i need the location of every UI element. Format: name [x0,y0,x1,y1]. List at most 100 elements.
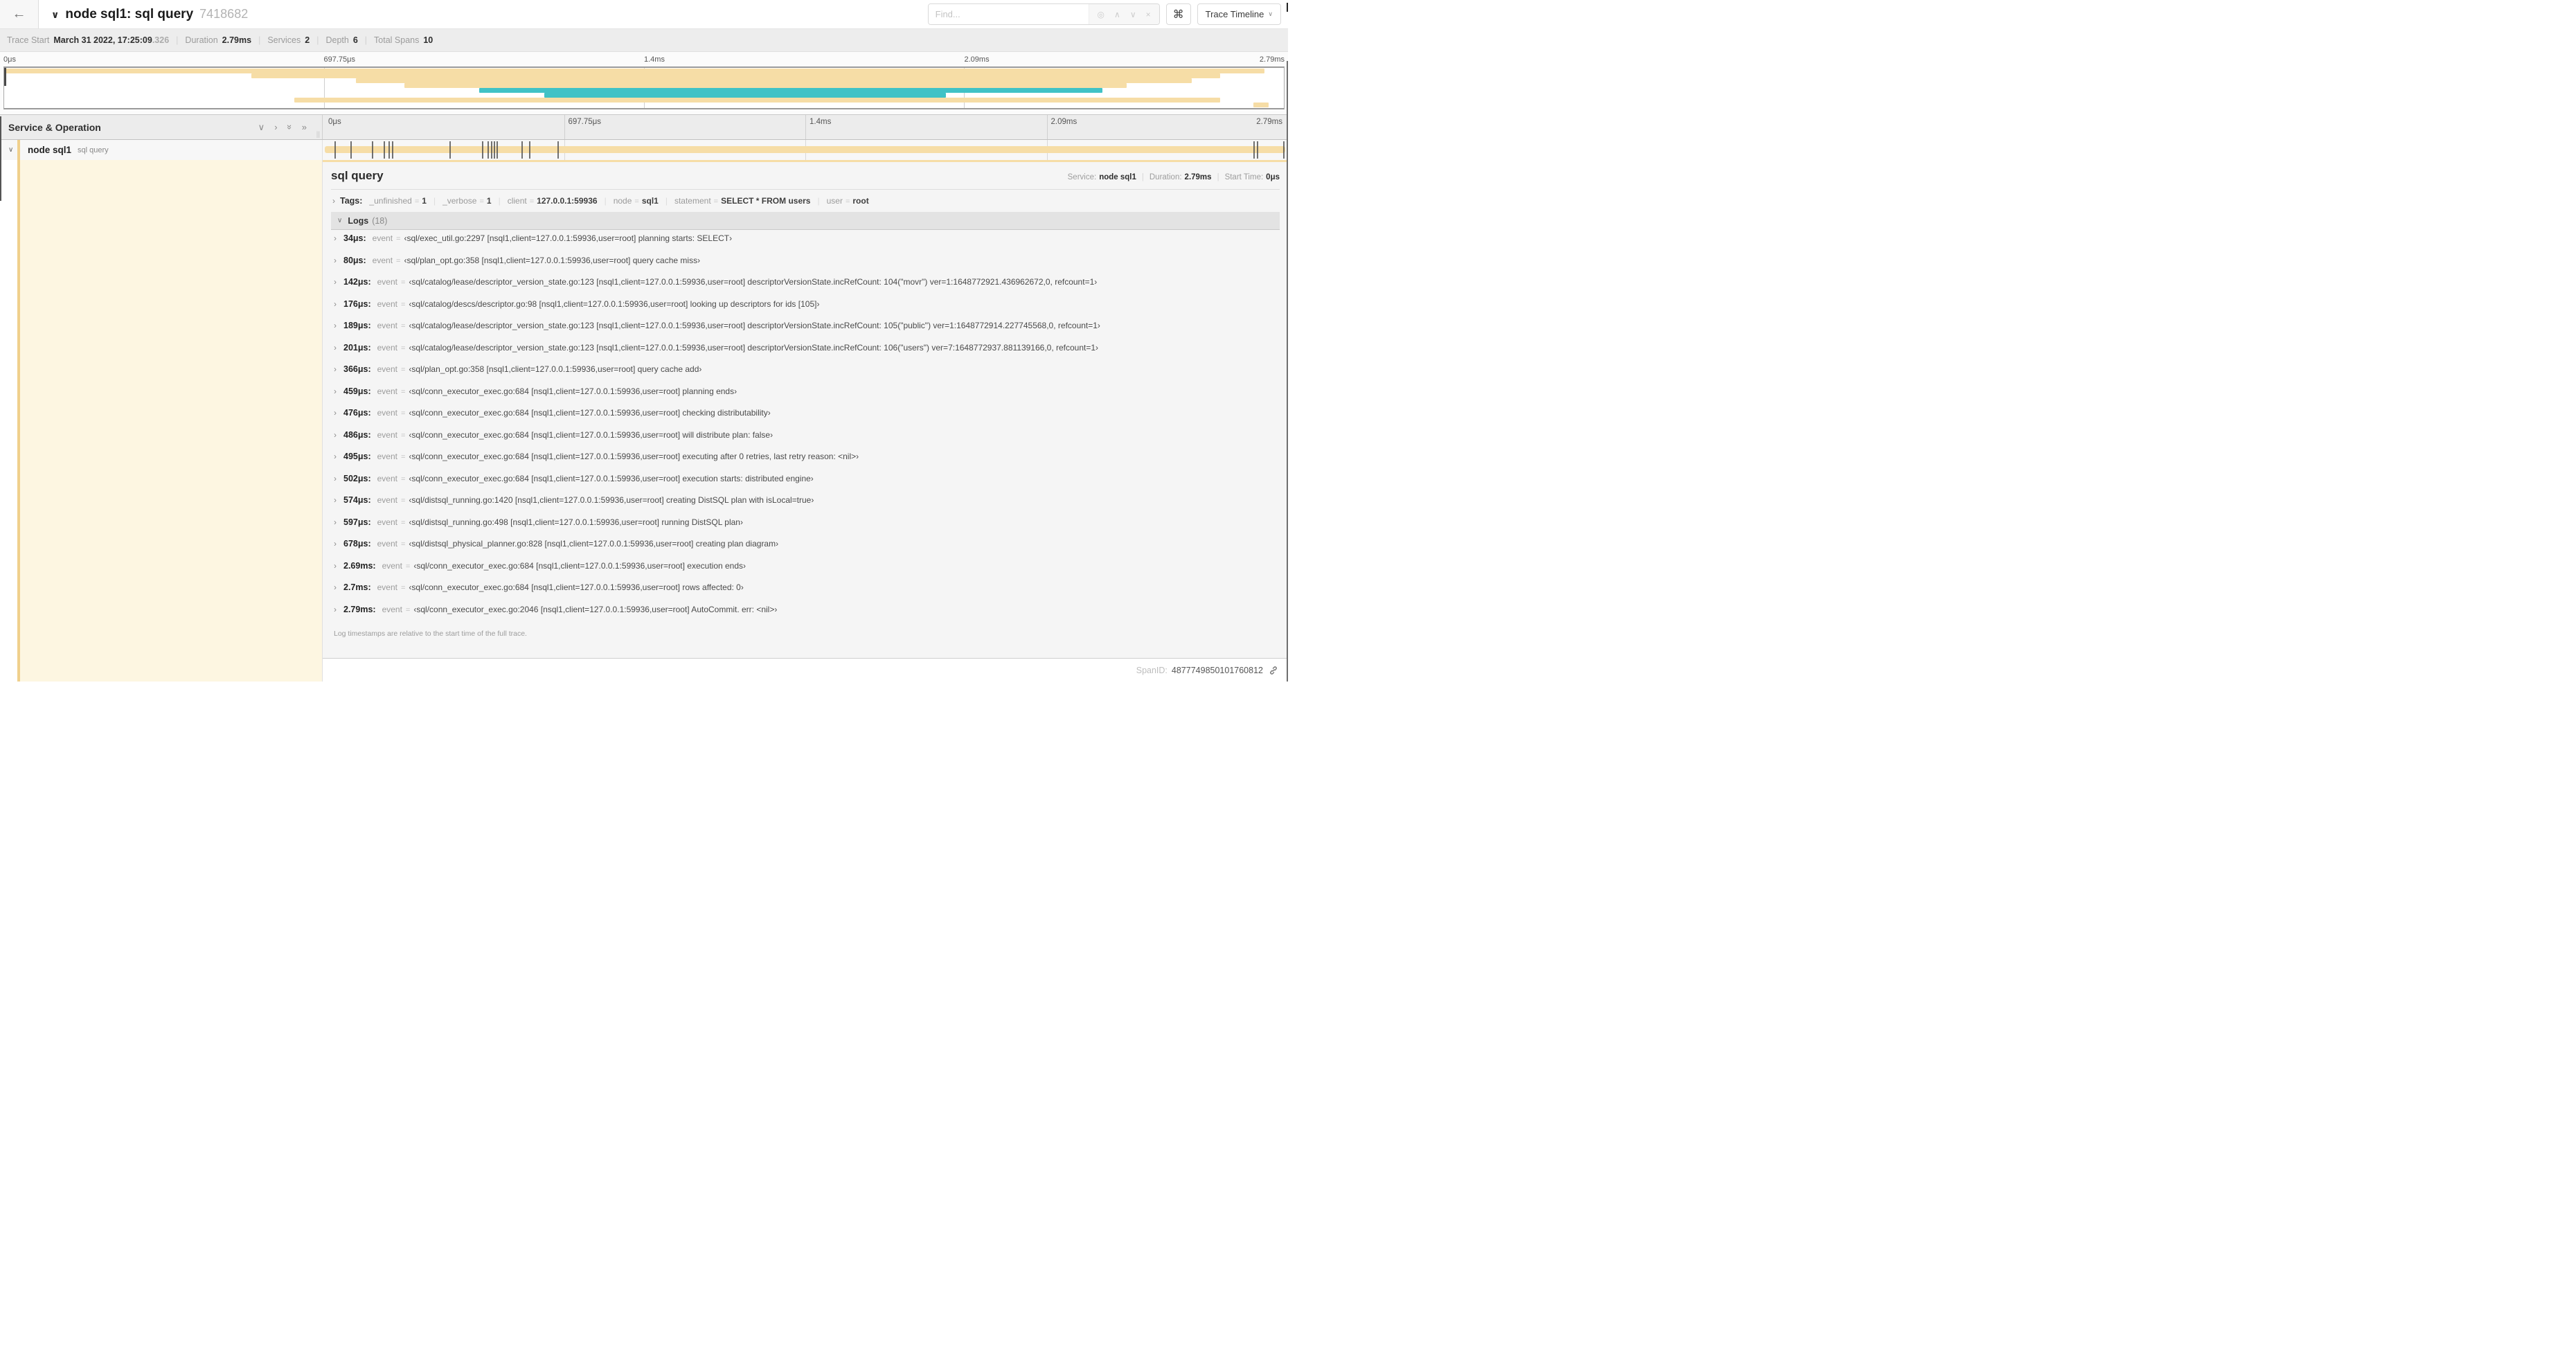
chevron-right-icon[interactable]: › [334,452,343,461]
locate-icon[interactable]: ◎ [1098,10,1104,19]
log-entry-row[interactable]: › 495μs: event = ‹sql/conn_executor_exec… [334,452,1280,474]
log-entry-row[interactable]: › 34μs: event = ‹sql/exec_util.go:2297 [… [334,233,1280,256]
log-entry-row[interactable]: › 176μs: event = ‹sql/catalog/descs/desc… [334,299,1280,321]
chevron-right-icon[interactable]: › [332,196,335,206]
log-entry-row[interactable]: › 678μs: event = ‹sql/distsql_physical_p… [334,539,1280,561]
span-id-label: SpanID: [1136,665,1168,675]
chevron-right-icon[interactable]: › [334,408,343,418]
log-entry-row[interactable]: › 189μs: event = ‹sql/catalog/lease/desc… [334,321,1280,343]
summary-value: 2.79ms [222,35,252,45]
log-entry-row[interactable]: › 574μs: event = ‹sql/distsql_running.go… [334,495,1280,517]
span-id-value: 4877749850101760812 [1171,665,1263,675]
minimap-span-bar [4,69,1265,73]
log-entry-row[interactable]: › 142μs: event = ‹sql/catalog/lease/desc… [334,277,1280,299]
log-field-key: event [377,342,397,353]
log-field-value: ‹sql/conn_executor_exec.go:684 [nsql1,cl… [413,560,746,571]
chevron-right-icon[interactable]: › [334,430,343,440]
collapse-one-icon[interactable]: ∨ [258,122,265,133]
log-entry-row[interactable]: › 201μs: event = ‹sql/catalog/lease/desc… [334,343,1280,365]
chevron-right-icon[interactable]: › [334,277,343,287]
chevron-down-icon[interactable]: ∨ [8,146,13,154]
chevron-right-icon[interactable]: › [334,233,343,243]
log-entry-row[interactable]: › 597μs: event = ‹sql/distsql_running.go… [334,517,1280,540]
minimap-canvas[interactable] [3,66,1285,109]
log-field-value: ‹sql/conn_executor_exec.go:684 [nsql1,cl… [409,408,771,418]
span-row-timeline-cell[interactable] [323,140,1288,160]
chevron-right-icon[interactable]: › [334,582,343,592]
minimap-tick: 1.4ms [644,55,665,64]
chevron-right-icon[interactable]: › [334,605,343,614]
chevron-right-icon[interactable]: › [334,386,343,396]
column-resizer-handle[interactable]: || [316,131,320,139]
span-detail-area: sql query Service: node sql1 | Duration:… [0,160,1288,682]
equals-sign: = [400,344,406,353]
tag-value: sql1 [641,196,659,206]
detail-title-row: sql query Service: node sql1 | Duration:… [331,169,1280,183]
left-scrollbar-mark[interactable] [0,116,1,201]
service-operation-header: Service & Operation ∨ › » » || [0,115,323,139]
logs-header[interactable]: ∨ Logs (18) [331,212,1280,230]
log-timestamp: 486μs: [343,429,371,440]
log-entry-row[interactable]: › 459μs: event = ‹sql/conn_executor_exec… [334,386,1280,409]
chevron-right-icon[interactable]: › [334,495,343,505]
chevron-right-icon[interactable]: › [334,256,343,265]
deep-link-icon[interactable] [1269,666,1278,675]
keyboard-shortcuts-button[interactable]: ⌘ [1165,3,1191,25]
equals-sign: = [845,197,850,206]
trace-id: 7418682 [199,6,249,21]
clear-search-icon[interactable]: × [1146,10,1151,19]
minimap-drag-handle[interactable] [4,68,6,86]
log-timestamp: 495μs: [343,452,371,461]
vertical-scrollbar[interactable] [1286,61,1288,682]
tag-item: client = 127.0.0.1:59936 [508,196,598,206]
chevron-right-icon[interactable]: › [334,321,343,330]
timeline-tick: 697.75μs [564,115,806,139]
log-field-value: ‹sql/conn_executor_exec.go:684 [nsql1,cl… [409,582,744,592]
log-entry-row[interactable]: › 476μs: event = ‹sql/conn_executor_exec… [334,408,1280,430]
timeline-tick: 2.09ms [1046,115,1289,139]
minimap-tick: 2.79ms [1259,55,1285,64]
minimap-tick: 697.75μs [323,55,355,64]
expand-one-icon[interactable]: › [274,122,277,132]
chevron-right-icon[interactable]: › [334,474,343,483]
log-entry-row[interactable]: › 80μs: event = ‹sql/plan_opt.go:358 [ns… [334,256,1280,278]
log-timestamp: 189μs: [343,321,371,330]
prev-result-icon[interactable]: ∧ [1114,10,1120,19]
chevron-right-icon[interactable]: › [334,343,343,353]
minimap-span-bar [294,98,1220,103]
next-result-icon[interactable]: ∨ [1130,10,1136,19]
chevron-right-icon[interactable]: › [334,517,343,527]
log-entry-row[interactable]: › 2.69ms: event = ‹sql/conn_executor_exe… [334,561,1280,583]
trace-view-selector[interactable]: Trace Timeline ∨ [1197,3,1281,25]
log-entry-row[interactable]: › 502μs: event = ‹sql/conn_executor_exec… [334,474,1280,496]
log-field-value: ‹sql/distsql_running.go:1420 [nsql1,clie… [409,495,814,505]
chevron-right-icon[interactable]: › [334,299,343,309]
tags-list: _unfinished = 1 | _verbose = 1 | client … [369,196,868,206]
expand-all-icon[interactable]: » [302,122,307,132]
tags-row[interactable]: › Tags: _unfinished = 1 | _verbose = 1 |… [332,196,1280,206]
collapse-all-icon[interactable]: » [285,125,295,130]
span-row-name-cell[interactable]: ∨ node sql1 sql query [0,140,323,160]
chevron-right-icon[interactable]: › [334,561,343,571]
logs-list: › 34μs: event = ‹sql/exec_util.go:2297 [… [331,230,1280,626]
span-duration-bar[interactable] [324,146,1285,153]
chevron-right-icon[interactable]: › [334,364,343,374]
log-entry-row[interactable]: › 366μs: event = ‹sql/plan_opt.go:358 [n… [334,364,1280,386]
duration-value: 2.79ms [1184,173,1212,181]
log-timestamp: 366μs: [343,364,371,374]
span-row[interactable]: ∨ node sql1 sql query [0,140,1288,160]
service-operation-title: Service & Operation [8,121,101,133]
log-entry-row[interactable]: › 2.79ms: event = ‹sql/conn_executor_exe… [334,605,1280,627]
chevron-down-icon[interactable]: ∨ [51,9,59,21]
log-entry-row[interactable]: › 2.7ms: event = ‹sql/conn_executor_exec… [334,582,1280,605]
divider: | [1217,173,1219,181]
back-button[interactable]: ← [0,0,39,28]
trace-title-group[interactable]: ∨ node sql1: sql query 7418682 [51,7,248,22]
log-timestamp: 597μs: [343,517,371,527]
tag-key: _unfinished [369,196,412,206]
chevron-right-icon[interactable]: › [334,539,343,549]
equals-sign: = [529,197,535,206]
log-timestamp: 2.7ms: [343,582,371,592]
find-input[interactable] [928,4,1089,24]
log-entry-row[interactable]: › 486μs: event = ‹sql/conn_executor_exec… [334,430,1280,452]
